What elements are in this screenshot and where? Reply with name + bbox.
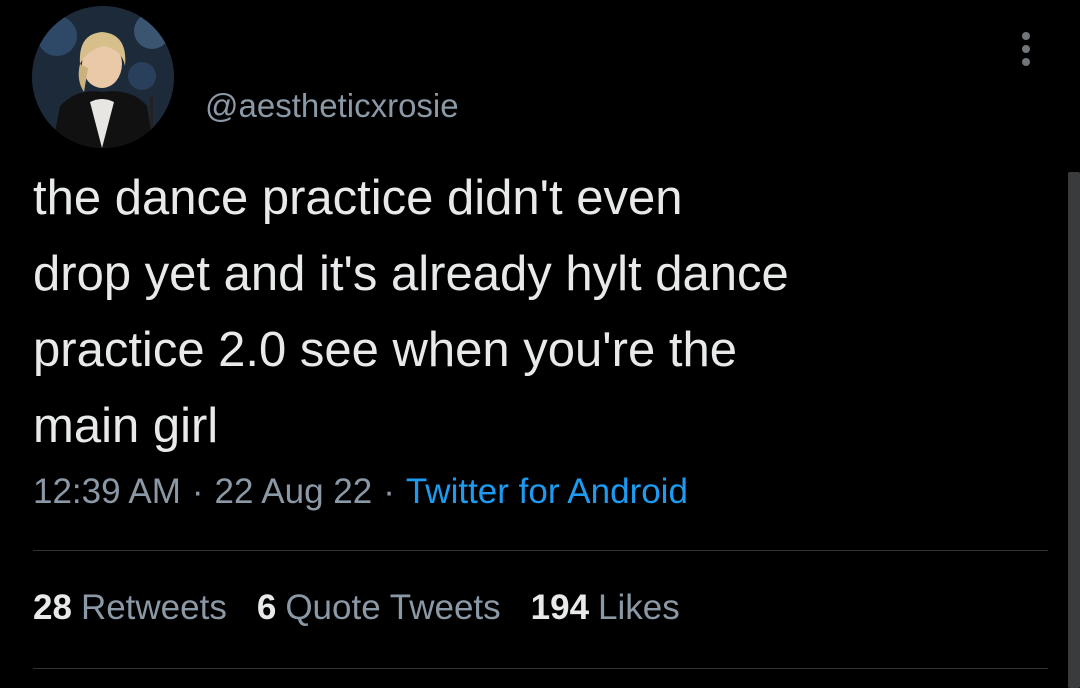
avatar-image — [32, 6, 174, 148]
quote-tweets-count: 6 — [256, 588, 277, 627]
divider — [33, 550, 1048, 551]
quote-tweets-label: Quote Tweets — [285, 588, 501, 627]
separator: · — [191, 472, 204, 511]
likes-label: Likes — [598, 588, 680, 627]
more-dot — [1022, 45, 1030, 53]
retweets-label: Retweets — [80, 588, 227, 627]
tweet-source-link[interactable]: Twitter for Android — [406, 472, 688, 511]
more-options-icon[interactable] — [1010, 28, 1042, 68]
tweet-text: the dance practice didn't even drop yet … — [33, 171, 789, 453]
quote-tweets-stat[interactable]: 6 Quote Tweets — [257, 588, 501, 628]
likes-stat[interactable]: 194 Likes — [531, 588, 680, 628]
likes-count: 194 — [530, 588, 590, 627]
retweets-stat[interactable]: 28 Retweets — [33, 588, 227, 628]
user-handle[interactable]: @aestheticxrosie — [205, 87, 459, 125]
tweet-time[interactable]: 12:39 AM — [33, 472, 181, 511]
separator: · — [383, 472, 395, 511]
tweet-detail: @aestheticxrosie the dance practice didn… — [0, 0, 1080, 688]
retweets-count: 28 — [33, 588, 72, 627]
more-dot — [1022, 32, 1030, 40]
more-dot — [1022, 58, 1030, 66]
tweet-date[interactable]: 22 Aug 22 — [215, 472, 373, 511]
divider — [33, 668, 1048, 669]
engagement-stats: 28 Retweets 6 Quote Tweets 194 Likes — [33, 588, 710, 628]
scrollbar[interactable] — [1068, 172, 1080, 688]
tweet-metadata: 12:39 AM · 22 Aug 22 · Twitter for Android — [33, 472, 688, 512]
avatar[interactable] — [32, 6, 174, 148]
